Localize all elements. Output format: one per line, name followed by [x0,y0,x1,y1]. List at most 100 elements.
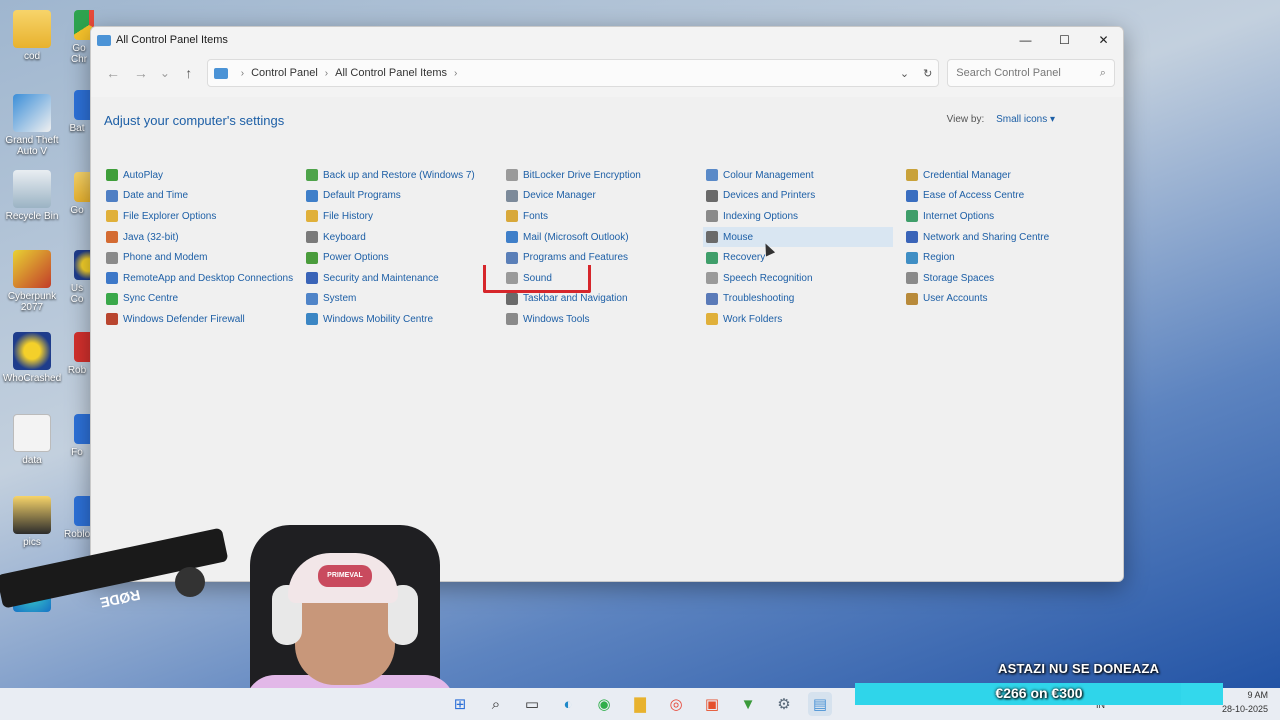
cp-item-work-folders[interactable]: Work Folders [703,309,903,330]
view-by: View by: Small icons ▾ [947,114,1055,125]
cp-item-remoteapp-and-desktop-connections[interactable]: RemoteApp and Desktop Connections [103,268,303,289]
document-icon [13,414,51,452]
whatsapp-icon[interactable]: ◉ [592,692,616,716]
cp-item-power-options[interactable]: Power Options [303,247,503,268]
forward-button[interactable]: → [127,59,155,87]
up-button[interactable]: ↑ [175,59,203,87]
cp-item-date-and-time[interactable]: Date and Time [103,186,303,207]
cp-item-colour-management[interactable]: Colour Management [703,165,903,186]
breadcrumb[interactable]: › Control Panel › All Control Panel Item… [206,59,940,87]
breadcrumb-control-panel[interactable]: Control Panel [251,67,318,79]
control-panel-window: All Control Panel Items — ☐ ✕ ← → ⌄ ↑ › … [90,26,1124,582]
desktop-icon-cod[interactable]: cod [0,10,64,62]
cp-item-user-accounts[interactable]: User Accounts [903,289,1103,310]
cp-item-security-and-maintenance[interactable]: Security and Maintenance [303,268,503,289]
desktop-icon-partial[interactable]: Us Co [64,250,90,305]
taskbar-and-navigation-icon [506,292,518,305]
desktop-icon-partial[interactable]: Rob [64,332,90,376]
desktop-icon-label: WhoCrashed [2,373,62,384]
desktop-icon-cyberpunk[interactable]: Cyberpunk 2077 [0,250,64,313]
cp-item-autoplay[interactable]: AutoPlay [103,165,303,186]
view-by-label: View by: [946,114,985,125]
cp-item-recovery[interactable]: Recovery [703,247,903,268]
desktop-icon-partial[interactable]: Fo [64,414,90,458]
internet-options-icon [906,210,918,223]
title-bar[interactable]: All Control Panel Items — ☐ ✕ [91,27,1123,53]
search-icon[interactable]: ⌕ [484,692,508,716]
vpn-icon[interactable]: ▼ [736,692,760,716]
cp-item-device-manager[interactable]: Device Manager [503,186,703,207]
cp-item-speech-recognition[interactable]: Speech Recognition [703,268,903,289]
desktop-icon-gta[interactable]: Grand Theft Auto V [0,94,64,157]
cp-item-windows-defender-firewall[interactable]: Windows Defender Firewall [103,309,303,330]
view-by-dropdown[interactable]: Small icons ▾ [996,114,1055,125]
cp-item-label: Work Folders [723,313,783,325]
cp-item-default-programs[interactable]: Default Programs [303,186,503,207]
app-icon[interactable]: ▣ [700,692,724,716]
mic-brand: RØDE [98,586,142,612]
devices-and-printers-icon [706,189,718,202]
cp-item-network-and-sharing-centre[interactable]: Network and Sharing Centre [903,227,1103,248]
cp-item-windows-tools[interactable]: Windows Tools [503,309,703,330]
settings-gear-icon[interactable]: ⚙ [772,692,796,716]
cp-item-troubleshooting[interactable]: Troubleshooting [703,289,903,310]
cp-item-ease-of-access-centre[interactable]: Ease of Access Centre [903,186,1103,207]
refresh-icon[interactable]: ↻ [923,67,932,80]
desktop-icon-partial[interactable]: Bat [64,90,90,134]
task-view-icon[interactable]: ▭ [520,692,544,716]
cp-item-label: Windows Tools [523,313,590,325]
cp-item-windows-mobility-centre[interactable]: Windows Mobility Centre [303,309,503,330]
cp-item-label: Ease of Access Centre [923,190,1025,202]
desktop-icon-data[interactable]: data [0,414,64,466]
desktop-icon-recycle-bin[interactable]: Recycle Bin [0,170,64,222]
cyberpunk-icon [13,250,51,288]
cp-item-indexing-options[interactable]: Indexing Options [703,206,903,227]
cp-item-mouse[interactable]: Mouse [703,226,893,248]
cp-item-fonts[interactable]: Fonts [503,206,703,227]
chevron-right-icon[interactable]: › [454,68,457,79]
edge-icon[interactable]: ◐ [556,692,580,716]
whocrashed-icon [13,332,51,370]
control-panel-items: AutoPlay Date and Time File Explorer Optio… [103,165,1103,330]
cp-item-devices-and-printers[interactable]: Devices and Printers [703,186,903,207]
cp-item-label: Back up and Restore (Windows 7) [323,169,475,181]
cp-item-keyboard[interactable]: Keyboard [303,227,503,248]
start-icon[interactable]: ⊞ [448,692,472,716]
cp-item-file-history[interactable]: File History [303,206,503,227]
breadcrumb-all-items[interactable]: All Control Panel Items [335,67,447,79]
cp-item-region[interactable]: Region [903,247,1103,268]
cp-item-bitlocker-drive-encryption[interactable]: BitLocker Drive Encryption [503,165,703,186]
cp-item-file-explorer-options[interactable]: File Explorer Options [103,206,303,227]
cp-item-sync-centre[interactable]: Sync Centre [103,289,303,310]
desktop-icon-whocrashed[interactable]: WhoCrashed [0,332,64,384]
main-content: Adjust your computer's settings View by:… [91,97,1123,581]
cp-item-label: User Accounts [923,293,988,305]
cp-item-label: BitLocker Drive Encryption [523,169,641,181]
back-button[interactable]: ← [99,59,127,87]
cp-item-internet-options[interactable]: Internet Options [903,206,1103,227]
cp-item-system[interactable]: System [303,289,503,310]
maximize-button[interactable]: ☐ [1045,27,1084,53]
minimize-button[interactable]: — [1006,27,1045,53]
cp-item-back-up-and-restore-windows-7[interactable]: Back up and Restore (Windows 7) [303,165,503,186]
desktop-icon-partial[interactable]: Go [64,172,90,216]
cp-item-storage-spaces[interactable]: Storage Spaces [903,268,1103,289]
cp-item-java-32-bit[interactable]: Java (32-bit) [103,227,303,248]
cp-item-label: Storage Spaces [923,272,995,284]
cp-item-mail-microsoft-outlook[interactable]: Mail (Microsoft Outlook) [503,227,703,248]
colour-management-icon [706,169,718,182]
clock[interactable]: 9 AM 28-10-2025 [1222,688,1268,716]
cp-item-label: Mail (Microsoft Outlook) [523,231,629,243]
close-button[interactable]: ✕ [1084,27,1123,53]
search-input[interactable]: Search Control Panel ⌕ [947,59,1115,87]
cp-item-label: Programs and Features [523,252,629,264]
control-panel-icon[interactable]: ▤ [808,692,832,716]
recent-locations-button[interactable]: ⌄ [155,59,175,87]
cp-item-phone-and-modem[interactable]: Phone and Modem [103,247,303,268]
chevron-down-icon[interactable]: ⌄ [900,67,909,80]
file-explorer-icon[interactable]: ▇ [628,692,652,716]
chrome-icon[interactable]: ◎ [664,692,688,716]
search-icon[interactable]: ⌕ [1100,67,1106,80]
mail-microsoft-outlook-icon [506,231,518,244]
cp-item-credential-manager[interactable]: Credential Manager [903,165,1103,186]
